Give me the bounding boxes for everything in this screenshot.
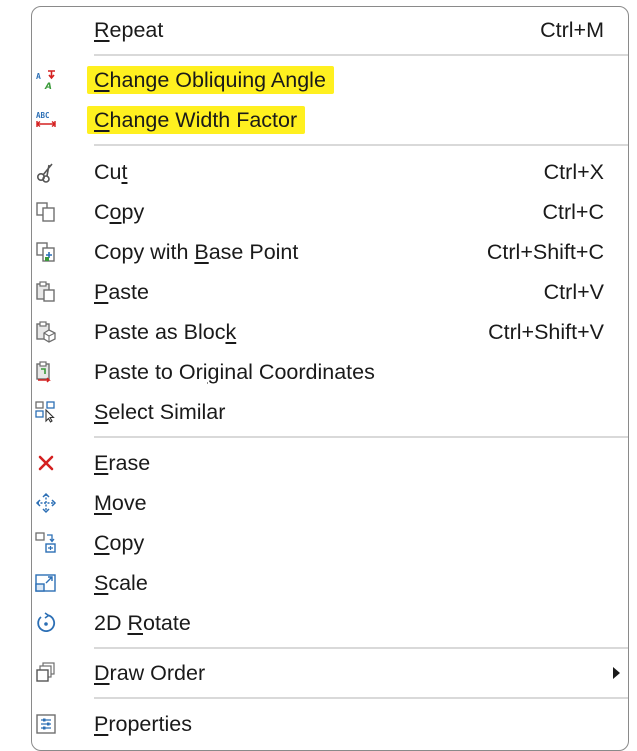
menu-item-label: Select Similar bbox=[94, 400, 226, 424]
rotate-icon bbox=[35, 612, 57, 634]
menu-item-label: Draw Order bbox=[94, 661, 206, 685]
erase-icon bbox=[35, 452, 57, 474]
menu-item-label: Copy with Base Point bbox=[94, 240, 299, 264]
menu-item-label: Repeat bbox=[94, 18, 164, 42]
menu-item-cut[interactable]: Cut Ctrl+X bbox=[32, 152, 628, 192]
svg-text:A: A bbox=[36, 72, 41, 81]
menu-item-erase[interactable]: Erase bbox=[32, 443, 628, 483]
move-icon bbox=[35, 492, 57, 514]
menu-item-draw-order[interactable]: Draw Order bbox=[32, 653, 628, 693]
obliquing-angle-icon: A A bbox=[35, 69, 57, 91]
menu-item-label: Paste to Original Coordinates bbox=[94, 360, 375, 384]
svg-text:A: A bbox=[44, 82, 52, 91]
scale-icon bbox=[35, 572, 57, 594]
shortcut-text: Ctrl+Shift+V bbox=[488, 320, 604, 344]
select-similar-icon bbox=[35, 401, 57, 423]
menu-item-change-width-factor[interactable]: ABC Change Width Factor bbox=[32, 100, 628, 140]
menu-item-label: Copy bbox=[94, 200, 145, 224]
menu-item-label: Change Obliquing Angle bbox=[87, 60, 334, 100]
copy-objects-icon bbox=[35, 532, 57, 554]
menu-item-label: 2D Rotate bbox=[94, 611, 191, 635]
menu-item-label: Paste as Block bbox=[94, 320, 237, 344]
copy-base-point-icon bbox=[35, 241, 57, 263]
menu-item-paste[interactable]: Paste Ctrl+V bbox=[32, 272, 628, 312]
paste-original-icon bbox=[35, 361, 57, 383]
menu-separator bbox=[94, 144, 628, 146]
menu-separator bbox=[94, 54, 628, 56]
shortcut-text: Ctrl+Shift+C bbox=[486, 240, 604, 264]
menu-item-paste-as-block[interactable]: Paste as Block Ctrl+Shift+V bbox=[32, 312, 628, 352]
copy-icon bbox=[35, 201, 57, 223]
draw-order-icon bbox=[35, 662, 57, 684]
menu-item-rotate[interactable]: 2D Rotate bbox=[32, 603, 628, 643]
width-factor-icon: ABC bbox=[35, 109, 57, 131]
menu-item-move[interactable]: Move bbox=[32, 483, 628, 523]
menu-separator bbox=[94, 647, 628, 649]
menu-item-label: Cut bbox=[94, 160, 128, 184]
shortcut-text: Ctrl+V bbox=[543, 280, 604, 304]
menu-item-label: Copy bbox=[94, 531, 145, 555]
shortcut-text: Ctrl+X bbox=[543, 160, 604, 184]
menu-item-paste-original-coords[interactable]: Paste to Original Coordinates bbox=[32, 352, 628, 392]
submenu-arrow-icon bbox=[613, 667, 620, 679]
menu-item-copy-clip[interactable]: Copy Ctrl+C bbox=[32, 192, 628, 232]
menu-item-label: Move bbox=[94, 491, 147, 515]
paste-block-icon bbox=[35, 321, 57, 343]
menu-item-select-similar[interactable]: Select Similar bbox=[32, 392, 628, 432]
menu-item-scale[interactable]: Scale bbox=[32, 563, 628, 603]
menu-item-label: Erase bbox=[94, 451, 151, 475]
menu-item-change-obliquing-angle[interactable]: A A Change Obliquing Angle bbox=[32, 60, 628, 100]
menu-separator bbox=[94, 697, 628, 699]
menu-item-repeat[interactable]: Repeat Ctrl+M bbox=[32, 10, 628, 50]
properties-icon bbox=[35, 713, 57, 735]
menu-separator bbox=[94, 436, 628, 438]
menu-item-label: Change Width Factor bbox=[87, 100, 306, 140]
scissors-icon bbox=[35, 161, 57, 183]
shortcut-text: Ctrl+M bbox=[540, 18, 604, 42]
menu-item-properties[interactable]: Properties bbox=[32, 704, 628, 744]
menu-item-label: Properties bbox=[94, 712, 192, 736]
menu-item-label: Paste bbox=[94, 280, 149, 304]
svg-text:ABC: ABC bbox=[36, 111, 50, 120]
menu-item-copy-with-base-point[interactable]: Copy with Base Point Ctrl+Shift+C bbox=[32, 232, 628, 272]
shortcut-text: Ctrl+C bbox=[542, 200, 604, 224]
menu-item-copy-modify[interactable]: Copy bbox=[32, 523, 628, 563]
context-menu: Repeat Ctrl+M A A Change Obliquing Angle… bbox=[31, 6, 629, 751]
paste-icon bbox=[35, 281, 57, 303]
menu-item-label: Scale bbox=[94, 571, 148, 595]
